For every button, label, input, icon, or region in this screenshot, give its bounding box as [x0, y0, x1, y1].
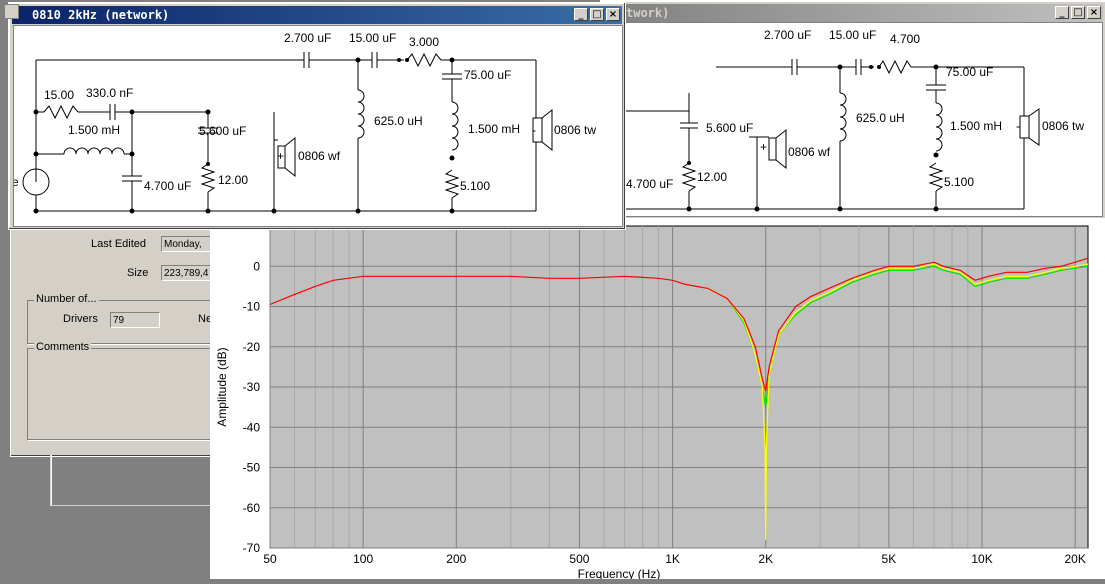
- frequency-response-plot: 50 100 200 500 1K 2K 5K 10K 20K 0 -10 -20 -30 -40 -50 -…: [210, 218, 1105, 581]
- window-title-right: twork): [626, 6, 670, 20]
- cap-4700-label: 4.700 uF: [626, 177, 673, 191]
- titlebar-right[interactable]: twork) _ □ ×: [604, 4, 1103, 22]
- res-15-label: 15.00: [44, 88, 74, 102]
- ind-625-label: 625.0 uH: [856, 111, 905, 125]
- x-tick-label: 1K: [665, 552, 680, 566]
- y-tick-label: -50: [243, 461, 261, 475]
- x-axis-label: Frequency (Hz): [578, 567, 661, 579]
- cap-75-label: 75.00 uF: [946, 65, 993, 79]
- schematic-left: e 15.00 330.0 nF 1.500 mH 4.700 uF 5.600…: [12, 31, 596, 214]
- y-tick-label: -30: [243, 380, 261, 394]
- drivers-label: Drivers: [63, 313, 98, 325]
- x-tick-label: 2K: [758, 552, 773, 566]
- maximize-button-left[interactable]: □: [590, 8, 604, 21]
- number-of-group: Number of... Drivers 79 Ne: [27, 293, 229, 344]
- y-tick-label: 0: [253, 259, 260, 273]
- res-3000-label: 3.000: [409, 35, 439, 49]
- cap-2700-left-label: 2.700 uF: [284, 31, 331, 45]
- window-menu-icon[interactable]: [4, 4, 19, 19]
- plus-sign: +: [760, 140, 767, 154]
- schematic-canvas-right[interactable]: 5.600 uF 4.700 uF 12.00 + 0806 wf 2.700 …: [623, 22, 1103, 217]
- cap-15-label: 15.00 uF: [829, 28, 876, 42]
- minus-sign-left: -: [532, 123, 536, 137]
- cap-15-left-label: 15.00 uF: [349, 31, 396, 45]
- res-5100-left-label: 5.100: [460, 179, 490, 193]
- ind-1500-left-label: 1.500 mH: [68, 123, 120, 137]
- y-tick-label: -10: [243, 300, 261, 314]
- maximize-button-right[interactable]: □: [1071, 6, 1085, 19]
- comments-title: Comments: [34, 341, 92, 353]
- network-window-left[interactable]: 0810 2kHz (network) _ □ × e 15.00 330.0 …: [8, 2, 626, 230]
- size-label: Size: [127, 267, 149, 279]
- schematic-canvas-left[interactable]: e 15.00 330.0 nF 1.500 mH 4.700 uF 5.600…: [12, 25, 623, 227]
- driver-tw-label: 0806 tw: [1042, 119, 1084, 133]
- source-label: e: [14, 175, 19, 189]
- last-edited-label: Last Edited: [91, 238, 147, 250]
- titlebar-left[interactable]: 0810 2kHz (network) _ □ ×: [12, 6, 622, 24]
- comments-group: Comments: [27, 341, 229, 440]
- drivers-field[interactable]: 79: [110, 312, 160, 328]
- driver-tw-left-label: 0806 tw: [554, 123, 596, 137]
- x-tick-label: 50: [263, 552, 277, 566]
- res-5100-label: 5.100: [944, 175, 974, 189]
- cap-330-label: 330.0 nF: [86, 86, 133, 100]
- res-12-label: 12.00: [697, 170, 727, 184]
- frequency-chart: 50 100 200 500 1K 2K 5K 10K 20K 0 -10 -20 -30 -40 -50 -…: [215, 225, 1089, 581]
- properties-panel: Last Edited Monday, Size 223,789,4 Numbe…: [10, 225, 229, 457]
- plus-sign-left: +: [277, 149, 284, 163]
- x-tick-label: 100: [353, 552, 373, 566]
- ind-625-left-label: 625.0 uH: [374, 114, 423, 128]
- driver-wf-label: 0806 wf: [788, 145, 831, 159]
- cap-5600-label: 5.600 uF: [706, 121, 753, 135]
- x-tick-label: 500: [569, 552, 589, 566]
- x-tick-label: 10K: [971, 552, 992, 566]
- x-tick-label: 20K: [1065, 552, 1086, 566]
- y-tick-label: -60: [243, 501, 261, 515]
- window-title-left: 0810 2kHz (network): [32, 8, 170, 22]
- ind-1500-right-label: 1.500 mH: [468, 122, 520, 136]
- y-tick-label: -20: [243, 340, 261, 354]
- x-tick-label: 200: [446, 552, 466, 566]
- background-frame: [50, 455, 212, 506]
- cap-2700-label: 2.700 uF: [764, 28, 811, 42]
- cap-5600-left-label: 5.600 uF: [199, 124, 246, 138]
- x-tick-label: 5K: [882, 552, 897, 566]
- last-edited-field: Monday,: [161, 236, 211, 252]
- cap-75-left-label: 75.00 uF: [464, 68, 511, 82]
- res-12-left-label: 12.00: [218, 173, 248, 187]
- y-axis-label: Amplitude (dB): [215, 347, 229, 426]
- driver-wf-left-label: 0806 wf: [298, 149, 341, 163]
- y-tick-label: -40: [243, 420, 261, 434]
- cap-4700-left-label: 4.700 uF: [144, 179, 191, 193]
- schematic-right: 5.600 uF 4.700 uF 12.00 + 0806 wf 2.700 …: [624, 28, 1084, 212]
- res-4700-label: 4.700: [890, 32, 920, 46]
- minimize-button-left[interactable]: _: [574, 8, 588, 21]
- number-of-title: Number of...: [34, 293, 99, 305]
- minus-sign: -: [1016, 119, 1020, 133]
- network-window-right[interactable]: twork) _ □ × 5.600 uF 4.700 uF 12.00 + 0…: [600, 0, 1105, 220]
- minimize-button-right[interactable]: _: [1055, 6, 1069, 19]
- ind-1500-label: 1.500 mH: [950, 119, 1002, 133]
- y-tick-label: -70: [243, 541, 261, 555]
- close-button-right[interactable]: ×: [1087, 6, 1101, 19]
- close-button-left[interactable]: ×: [606, 8, 620, 21]
- size-field: 223,789,4: [161, 265, 211, 281]
